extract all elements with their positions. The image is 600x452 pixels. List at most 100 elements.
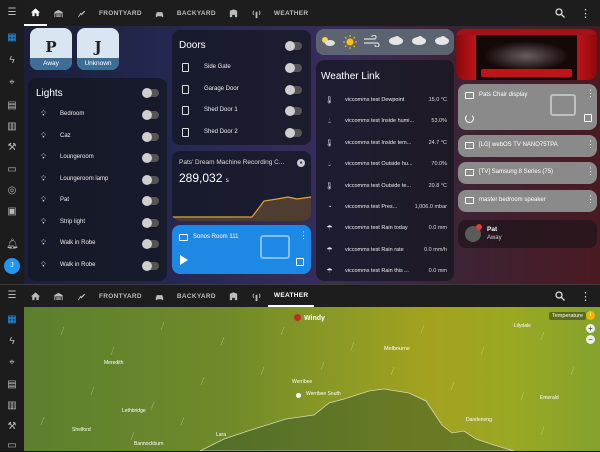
map-icon[interactable]: ⌖	[6, 357, 18, 369]
bell-icon[interactable]: 🔔︎	[6, 239, 19, 251]
tab-backyard[interactable]: BACKYARD	[171, 285, 222, 307]
door-name: Shed Door 2	[204, 128, 238, 135]
tab-building[interactable]	[222, 0, 245, 26]
cast-icon	[465, 92, 474, 99]
more-options-icon[interactable]: ⋮	[580, 7, 591, 20]
media-more-icon[interactable]: ⋮	[586, 88, 595, 99]
more-options-icon[interactable]: ⋮	[580, 290, 591, 303]
user-avatar[interactable]: J	[4, 258, 20, 274]
search-icon[interactable]	[554, 289, 568, 303]
media-card-bedroom-speaker[interactable]: master bedroom speaker ⋮	[458, 190, 597, 212]
cast-icon	[465, 142, 474, 149]
logbook-icon[interactable]: ▤	[6, 379, 18, 391]
explore-icon[interactable]: ◎	[6, 185, 18, 197]
tab-sprinkler[interactable]	[70, 285, 93, 307]
door-toggle[interactable]	[285, 84, 302, 95]
layer-label[interactable]: Temperature	[549, 312, 586, 320]
tab-backyard[interactable]: BACKYARD	[171, 0, 222, 26]
light-toggle[interactable]	[142, 174, 159, 185]
doors-master-toggle[interactable]	[285, 41, 302, 51]
weather-sensor-value: 20.8 °C	[428, 182, 447, 189]
place-label: Werribee South	[306, 391, 341, 397]
energy-icon[interactable]: ϟ	[6, 336, 18, 348]
map-icon[interactable]: ⌖	[6, 77, 18, 89]
bulb-icon: 💡︎	[41, 240, 46, 247]
person-card-pat[interactable]: Pat Away	[458, 220, 597, 248]
menu-icon[interactable]: ☰	[6, 290, 18, 302]
media-name: Pats Chair display	[479, 92, 528, 98]
media-more-icon[interactable]: ⋮	[586, 139, 595, 150]
sonos-more-icon[interactable]: ⋮	[299, 230, 308, 241]
tab-sprinkler[interactable]	[70, 0, 93, 26]
media-icon[interactable]: ▭	[6, 440, 18, 452]
door-toggle[interactable]	[285, 106, 302, 116]
power-icon[interactable]	[465, 114, 474, 123]
building-icon	[229, 291, 238, 300]
tab-frontyard[interactable]: FRONTYARD	[93, 0, 148, 26]
door-icon	[182, 127, 189, 137]
weather-sensor-value: 70.0%	[431, 161, 447, 168]
bulb-icon: 💡︎	[41, 197, 46, 204]
windy-map[interactable]: Windy Temperature i + − Melbourne Werrib…	[24, 307, 600, 451]
light-toggle[interactable]	[142, 217, 159, 228]
zoom-in-button[interactable]: +	[586, 324, 595, 333]
light-toggle[interactable]	[142, 239, 159, 249]
tab-building[interactable]	[222, 285, 245, 307]
logbook-icon[interactable]: ▤	[6, 100, 18, 112]
door-toggle[interactable]	[285, 63, 302, 73]
info-icon[interactable]: i	[586, 311, 595, 320]
sprinkler-icon	[77, 293, 86, 300]
overview-icon[interactable]: ▦	[6, 314, 18, 326]
media-card-chair-display[interactable]: Pats Chair display ⋮	[458, 84, 597, 130]
lights-master-toggle[interactable]	[142, 88, 159, 98]
tab-antenna[interactable]	[245, 0, 268, 26]
person-badge-p[interactable]: P Away	[30, 28, 72, 70]
media-more-icon[interactable]: ⋮	[586, 194, 595, 205]
light-toggle[interactable]	[142, 131, 159, 142]
media-more-icon[interactable]: ⋮	[586, 166, 595, 177]
windy-logo[interactable]: Windy	[294, 314, 325, 322]
search-icon[interactable]	[554, 6, 568, 20]
play-icon[interactable]	[180, 255, 188, 265]
tab-weather[interactable]: WEATHER	[268, 0, 314, 26]
recording-card[interactable]: Pats' Dream Machine Recording C... ● 289…	[172, 151, 311, 221]
wrench-icon[interactable]: ⚒	[6, 421, 18, 433]
place-label: Bannockburn	[134, 441, 164, 447]
light-toggle[interactable]	[142, 153, 159, 163]
sonos-card[interactable]: Sonos Room 111 ⋮	[172, 225, 311, 274]
tab-weather[interactable]: WEATHER	[267, 285, 315, 307]
light-name: Loungeroom lamp	[60, 175, 109, 182]
light-toggle[interactable]	[142, 110, 159, 120]
tab-home[interactable]	[24, 0, 47, 26]
tab-garage[interactable]	[47, 0, 70, 26]
zoom-out-button[interactable]: −	[586, 335, 595, 344]
media-card-lg-tv[interactable]: [LG] webOS TV NANO75TPA ⋮	[458, 135, 597, 157]
tab-antenna[interactable]	[245, 285, 268, 307]
tab-car[interactable]	[148, 0, 171, 26]
wrench-icon[interactable]: ⚒	[6, 142, 18, 154]
open-media-icon[interactable]	[296, 258, 304, 266]
tab-car[interactable]	[148, 285, 171, 307]
place-label: Lara	[216, 432, 227, 438]
door-toggle[interactable]	[285, 127, 302, 138]
energy-icon[interactable]: ϟ	[6, 55, 18, 67]
theater-image	[456, 29, 597, 80]
tab-home[interactable]	[24, 285, 47, 307]
person-badge-j[interactable]: J Unknown	[77, 28, 119, 70]
media-card-samsung-tv[interactable]: [TV] Samsung 8 Series (75) ⋮	[458, 162, 597, 184]
overview-icon[interactable]: ▦	[6, 32, 18, 44]
media-icon[interactable]: ▭	[6, 164, 18, 176]
calendar-icon[interactable]: ▣	[6, 206, 18, 218]
door-name: Shed Door 1	[204, 107, 238, 113]
open-media-icon[interactable]	[584, 114, 592, 122]
history-icon[interactable]: ▥	[6, 400, 18, 412]
thermometer-icon: 🌡︎	[325, 139, 334, 147]
menu-icon[interactable]: ☰	[6, 7, 18, 19]
history-icon[interactable]: ▥	[6, 121, 18, 133]
tab-frontyard[interactable]: FRONTYARD	[93, 285, 148, 307]
weather-sensor-value: 1,006.0 mbar	[414, 204, 447, 210]
light-toggle[interactable]	[142, 260, 159, 271]
light-toggle[interactable]	[142, 196, 159, 206]
building-icon	[229, 8, 238, 17]
tab-garage[interactable]	[47, 285, 70, 307]
